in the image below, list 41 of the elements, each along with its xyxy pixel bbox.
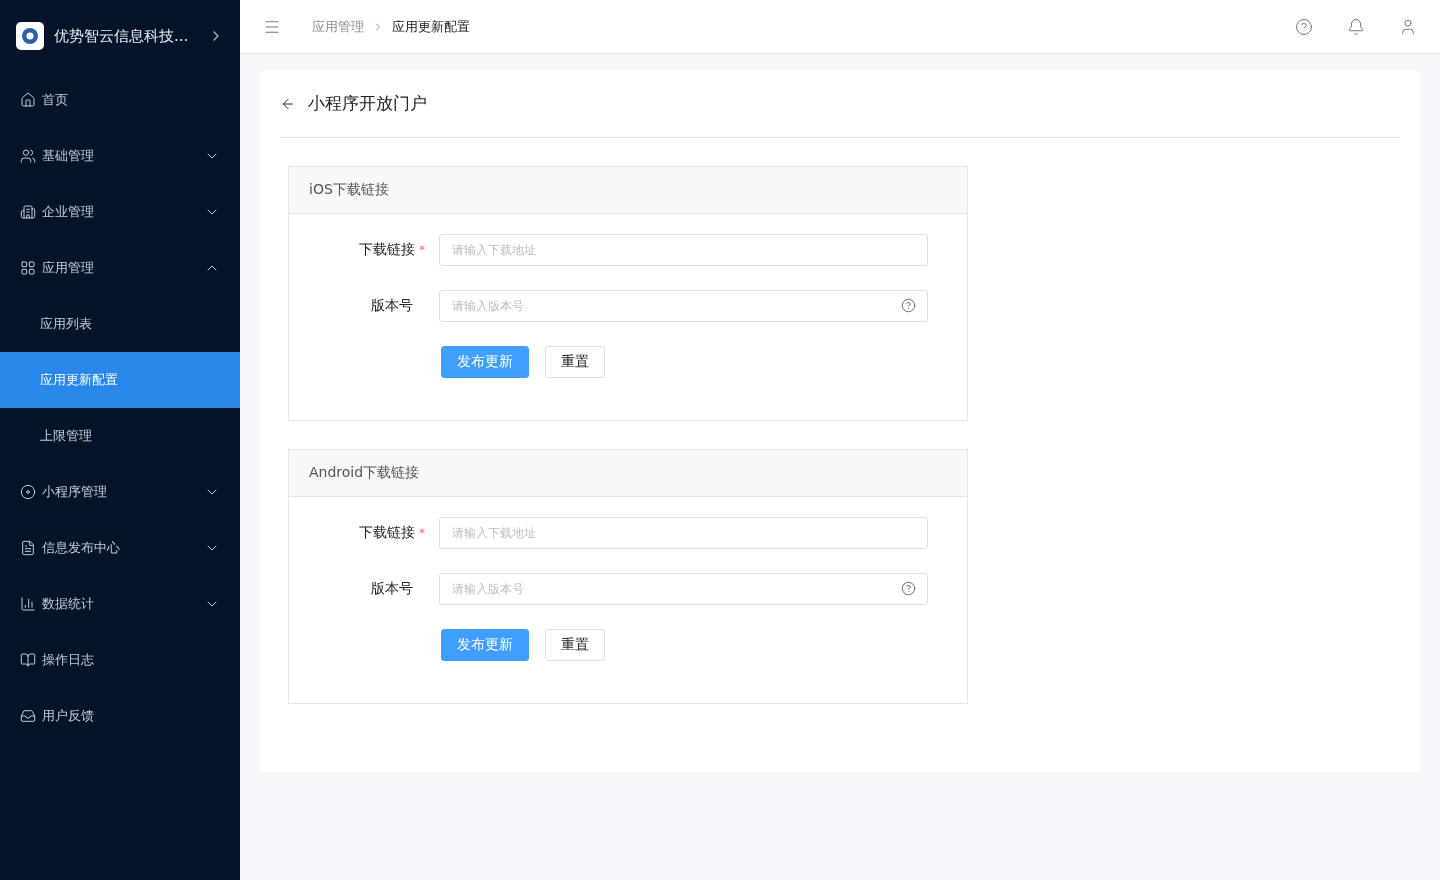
- sidebar-item[interactable]: 企业管理: [0, 184, 240, 240]
- input-field[interactable]: 请输入版本号: [439, 573, 928, 605]
- field-label: 版本号: [370, 297, 414, 315]
- sidebar-subitem[interactable]: 应用更新配置: [0, 352, 240, 408]
- bar-chart-icon: [20, 596, 36, 612]
- sidebar-item[interactable]: 应用管理: [0, 240, 240, 296]
- sidebar-subitem[interactable]: 上限管理: [0, 408, 240, 464]
- page-title: 小程序开放门户: [308, 92, 427, 115]
- disc-icon: [20, 484, 36, 500]
- sidebar-item[interactable]: 用户反馈: [0, 688, 240, 744]
- grid-icon: [20, 260, 36, 276]
- company-name: 优势智云信息科技...: [54, 26, 190, 46]
- help-icon[interactable]: [901, 298, 916, 313]
- help-icon[interactable]: [901, 581, 916, 596]
- sidebar-item[interactable]: 基础管理: [0, 128, 240, 184]
- field-label: 下载链接 *: [358, 241, 426, 259]
- input-field[interactable]: 请输入下载地址: [439, 234, 928, 266]
- panel-header: iOS下载链接: [289, 167, 967, 214]
- home-icon: [20, 92, 36, 108]
- sidebar-item[interactable]: 数据统计: [0, 576, 240, 632]
- sidebar-item[interactable]: 操作日志: [0, 632, 240, 688]
- panel-header: Android下载链接: [289, 450, 967, 497]
- sidebar-item[interactable]: 首页: [0, 72, 240, 128]
- users-icon: [20, 148, 36, 164]
- logo-icon: [16, 22, 44, 50]
- book-icon: [20, 652, 36, 668]
- sidebar-item[interactable]: 小程序管理: [0, 464, 240, 520]
- input-field[interactable]: 请输入版本号: [439, 290, 928, 322]
- inbox-icon: [20, 708, 36, 724]
- sidebar-subitem[interactable]: 应用列表: [0, 296, 240, 352]
- reset-button[interactable]: 重置: [545, 346, 605, 378]
- breadcrumb-item: 应用更新配置: [392, 17, 470, 36]
- required-mark: *: [419, 526, 425, 540]
- reset-button[interactable]: 重置: [545, 629, 605, 661]
- required-mark: *: [419, 243, 425, 257]
- input-field[interactable]: 请输入下载地址: [439, 517, 928, 549]
- document-icon: [20, 540, 36, 556]
- field-label: 下载链接 *: [358, 524, 426, 542]
- sidebar-item[interactable]: 信息发布中心: [0, 520, 240, 576]
- field-label: 版本号: [370, 580, 414, 598]
- building-icon: [20, 204, 36, 220]
